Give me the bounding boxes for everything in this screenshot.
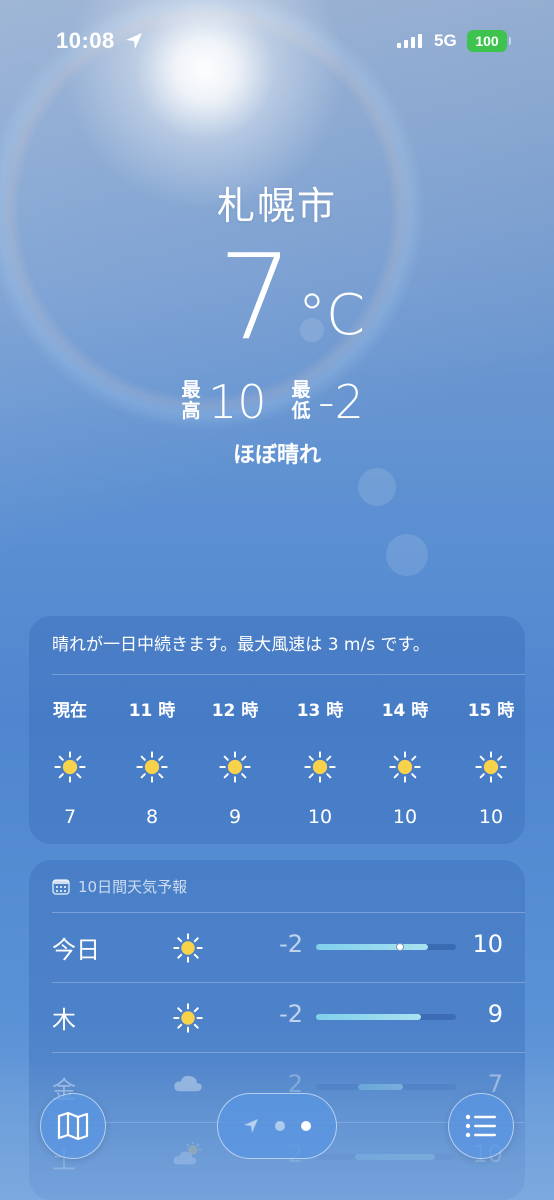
- location-arrow-icon[interactable]: [243, 1118, 259, 1134]
- partly-cloudy-icon: [172, 1141, 204, 1172]
- hourly-item: 14 時 10: [370, 696, 440, 828]
- page-dot[interactable]: [275, 1121, 285, 1131]
- high-low: 最高 10 最低 -2: [0, 375, 554, 431]
- current-temp-marker: [396, 943, 404, 951]
- temperature-unit: °C: [298, 283, 366, 348]
- current-weather: 札幌市 7 °C 最高 10 最低 -2 ほぼ晴れ: [0, 175, 554, 468]
- hour-label: 14 時: [381, 701, 429, 721]
- temp-range-track: [316, 1084, 456, 1090]
- sun-icon: [370, 750, 440, 784]
- location-arrow-icon: [126, 33, 142, 49]
- status-time: 10:08: [56, 28, 115, 53]
- high-temp: 10: [472, 930, 503, 958]
- hour-temp: 9: [228, 806, 242, 828]
- temp-range-bar: [358, 1084, 403, 1090]
- hourly-item: 現在 7: [35, 696, 105, 828]
- daily-row[interactable]: 今日 -2 10: [29, 912, 525, 982]
- hour-label: 12 時: [211, 701, 259, 721]
- hourly-item: 15 時 10: [456, 696, 526, 828]
- temp-range-bar: [316, 1014, 421, 1020]
- daily-forecast-header: 10日間天気予報: [52, 876, 187, 897]
- temp-range-bar: [355, 1154, 435, 1160]
- hourly-item: 11 時 8: [117, 696, 187, 828]
- hour-temp: 10: [392, 806, 418, 828]
- battery-indicator: 100: [467, 30, 511, 52]
- sun-icon: [285, 750, 355, 784]
- sun-icon: [456, 750, 526, 784]
- low-temp: -2: [279, 930, 303, 958]
- temp-range-track: [316, 1154, 456, 1160]
- hourly-item: 13 時 10: [285, 696, 355, 828]
- page-dot-active[interactable]: [301, 1121, 311, 1131]
- list-icon: [465, 1114, 496, 1138]
- high-temp: 10: [208, 375, 267, 429]
- city-name: 札幌市: [216, 184, 337, 228]
- cloud-icon: [172, 1072, 204, 1098]
- page-indicator[interactable]: [217, 1093, 337, 1159]
- hour-temp: 10: [478, 806, 504, 828]
- map-button[interactable]: [40, 1093, 106, 1159]
- high-label: 最高: [181, 379, 201, 422]
- current-temperature: 7: [218, 228, 294, 366]
- calendar-icon: [52, 878, 70, 895]
- temp-range-bar: [316, 944, 428, 950]
- lens-flare: [358, 468, 396, 506]
- cellular-signal-icon: [397, 34, 422, 48]
- day-label: 木: [52, 1006, 76, 1034]
- sun-icon: [172, 1002, 204, 1038]
- hourly-forecast-card[interactable]: 晴れが一日中続きます。最大風速は 3 m/s です。 現在 7 11 時 8 1…: [29, 616, 525, 844]
- hour-label: 現在: [53, 701, 87, 721]
- sun-icon: [35, 750, 105, 784]
- day-label: 今日: [52, 936, 100, 964]
- sun-icon: [172, 932, 204, 968]
- hourly-item: 12 時 9: [200, 696, 270, 828]
- hour-temp: 10: [307, 806, 333, 828]
- network-type: 5G: [434, 31, 457, 50]
- daily-forecast-title: 10日間天気予報: [78, 878, 188, 896]
- low-temp: -2: [318, 375, 364, 429]
- status-bar: 10:08 5G 100: [0, 0, 554, 80]
- forecast-summary: 晴れが一日中続きます。最大風速は 3 m/s です。: [52, 635, 430, 655]
- hour-label: 15 時: [467, 701, 515, 721]
- list-button[interactable]: [448, 1093, 514, 1159]
- map-icon: [57, 1111, 89, 1141]
- daily-row[interactable]: 木 -2 9: [29, 982, 525, 1052]
- hour-temp: 8: [145, 806, 159, 828]
- hour-label: 11 時: [128, 701, 176, 721]
- condition-text: ほぼ晴れ: [232, 443, 321, 468]
- divider: [52, 674, 525, 675]
- lens-flare: [386, 534, 428, 576]
- low-label: 最低: [291, 379, 311, 422]
- low-temp: -2: [279, 1000, 303, 1028]
- high-temp: 9: [487, 1000, 503, 1028]
- sun-icon: [200, 750, 270, 784]
- temp-range-track: [316, 943, 456, 951]
- temp-range-track: [316, 1014, 456, 1020]
- hour-temp: 7: [63, 806, 77, 828]
- hour-label: 13 時: [296, 701, 344, 721]
- sun-icon: [117, 750, 187, 784]
